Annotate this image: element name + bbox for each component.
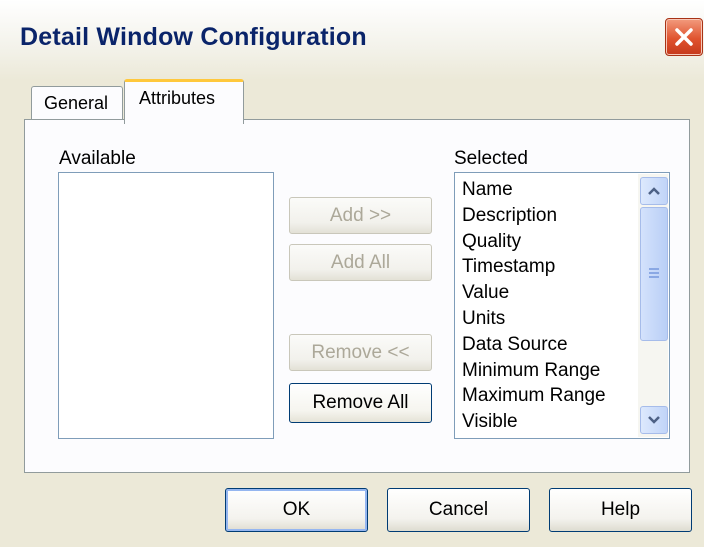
list-item[interactable]: Name (462, 177, 632, 203)
close-button[interactable] (665, 18, 703, 56)
list-item[interactable]: Visible (462, 409, 632, 435)
grip-icon (649, 268, 659, 278)
close-x-icon (675, 28, 693, 46)
list-item[interactable]: Timestamp (462, 254, 632, 280)
scroll-up-button[interactable] (640, 177, 668, 205)
selected-label: Selected (454, 148, 528, 169)
add-button[interactable]: Add >> (289, 197, 432, 234)
chevron-down-icon (648, 416, 660, 424)
tab-attributes[interactable]: Attributes (124, 79, 244, 124)
tab-general-label: General (44, 93, 109, 113)
help-button[interactable]: Help (549, 488, 692, 532)
cancel-button[interactable]: Cancel (387, 488, 530, 532)
selected-items: Name Description Quality Timestamp Value… (462, 177, 632, 435)
attributes-panel: Available Selected Name Description Qual… (24, 119, 690, 473)
chevron-up-icon (648, 187, 660, 195)
remove-button[interactable]: Remove << (289, 334, 432, 371)
list-item[interactable]: Units (462, 306, 632, 332)
title-bar[interactable]: Detail Window Configuration (0, 0, 704, 80)
list-item[interactable]: Value (462, 280, 632, 306)
window-title: Detail Window Configuration (20, 23, 367, 51)
remove-all-button[interactable]: Remove All (289, 383, 432, 423)
list-item[interactable]: Quality (462, 229, 632, 255)
tab-general[interactable]: General (31, 86, 123, 120)
list-item[interactable]: Description (462, 203, 632, 229)
list-item[interactable]: Minimum Range (462, 358, 632, 384)
selected-listbox[interactable]: Name Description Quality Timestamp Value… (454, 172, 670, 439)
add-all-button[interactable]: Add All (289, 244, 432, 281)
available-label: Available (59, 148, 136, 169)
scroll-down-button[interactable] (640, 406, 668, 434)
scroll-thumb[interactable] (640, 207, 668, 341)
available-listbox[interactable] (58, 172, 274, 439)
tab-attributes-label: Attributes (139, 88, 216, 108)
ok-button[interactable]: OK (225, 488, 368, 532)
list-item[interactable]: Maximum Range (462, 383, 632, 409)
selected-scrollbar[interactable] (638, 174, 668, 437)
list-item[interactable]: Data Source (462, 332, 632, 358)
